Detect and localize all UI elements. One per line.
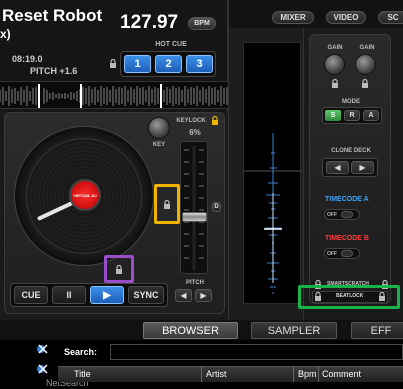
tab-mixer[interactable]: MIXER	[272, 11, 314, 24]
column-artist[interactable]: Artist	[206, 369, 227, 379]
key-knob[interactable]	[148, 117, 170, 139]
track-overview-waveform[interactable]	[0, 81, 228, 109]
elapsed-time: 08:19.0	[12, 54, 43, 64]
gain-right-label: GAIN	[359, 45, 375, 51]
column-comment[interactable]: Comment	[322, 369, 361, 379]
platter-label-disc: VIRTUAL DJ	[69, 179, 101, 211]
pitch-bend-down-button[interactable]: ◀	[175, 289, 192, 302]
mode-r-button[interactable]: R	[344, 110, 360, 121]
rhythm-waveform[interactable]	[243, 42, 302, 304]
gain-left-label: GAIN	[327, 45, 343, 51]
tab-video[interactable]: VIDEO	[326, 11, 366, 24]
waveform-graphic	[0, 84, 228, 108]
search-input[interactable]	[110, 344, 403, 360]
hot-cue-3-button[interactable]: 3	[186, 55, 213, 73]
gain-left-lock-icon[interactable]	[331, 79, 339, 88]
beatlock-lock-right-icon[interactable]	[378, 292, 386, 301]
track-title: Reset Robot	[2, 6, 103, 25]
tab-scratch[interactable]: SC	[378, 11, 403, 24]
gain-right-lock-icon[interactable]	[361, 79, 369, 88]
beatlock-label: BEATLOCK	[336, 293, 364, 299]
column-divider	[293, 366, 294, 382]
keylock-lock-icon[interactable]	[211, 116, 219, 125]
keylock-label: KEYLOCK	[176, 118, 206, 124]
clone-deck-label: CLONE DECK	[331, 148, 371, 154]
track-title-suffix: x)	[0, 27, 11, 41]
pitch-scale	[184, 146, 204, 270]
pause-button[interactable]: II	[52, 286, 86, 304]
timecode-a-off-button[interactable]: OFF	[324, 209, 360, 220]
play-button[interactable]: ▶	[90, 286, 124, 304]
column-divider	[318, 366, 319, 382]
pitch-bend-up-button[interactable]: ▶	[195, 289, 212, 302]
bpm-button[interactable]: BPM	[188, 17, 216, 30]
timecode-b-label: TIMECODE B	[325, 235, 369, 242]
loop-marker	[80, 84, 82, 108]
clone-deck-right-button[interactable]: ▶	[351, 161, 374, 174]
mode-label: MODE	[342, 99, 360, 105]
lock-icon[interactable]	[109, 59, 117, 68]
key-label: KEY	[152, 142, 166, 148]
keylock-value: 6%	[189, 128, 201, 137]
sync-button[interactable]: SYNC	[128, 286, 164, 304]
pitch-range-button[interactable]: D	[212, 202, 221, 212]
column-title[interactable]: Title	[74, 369, 91, 379]
folder-icon[interactable]	[36, 362, 50, 376]
playhead-marker	[160, 84, 162, 108]
gain-right-knob[interactable]	[355, 54, 376, 75]
timecode-a-label: TIMECODE A	[325, 196, 369, 203]
tab-effects[interactable]: EFF	[351, 322, 403, 339]
cue-marker	[38, 84, 40, 108]
timecode-b-off-button[interactable]: OFF	[324, 248, 360, 259]
pitch-readout: PITCH +1.6	[30, 66, 78, 76]
search-label: Search:	[64, 347, 98, 357]
mode-a-button[interactable]: A	[363, 110, 379, 121]
cue-button[interactable]: CUE	[14, 286, 48, 304]
column-bpm[interactable]: Bpm	[298, 369, 317, 379]
pitch-label: PITCH	[186, 280, 204, 286]
rhythm-waveform-graphic	[244, 133, 302, 294]
platter-lock-icon[interactable]	[163, 200, 171, 209]
clone-deck-left-button[interactable]: ◀	[326, 161, 349, 174]
mode-s-button[interactable]: S	[325, 110, 341, 121]
hot-cue-2-button[interactable]: 2	[155, 55, 182, 73]
pitch-slider-handle[interactable]	[182, 212, 207, 222]
column-divider	[201, 366, 202, 382]
timecode-b-toggle-indicator	[341, 250, 353, 257]
bpm-value: 127.97	[120, 12, 179, 33]
timecode-a-off-label: OFF	[327, 211, 337, 218]
hot-cue-label: HOT CUE	[155, 41, 187, 48]
netsearch-folder-icon[interactable]	[36, 342, 50, 356]
hot-cue-1-button[interactable]: 1	[124, 55, 151, 73]
platter-label-text: VIRTUAL DJ	[73, 192, 97, 198]
gain-left-knob[interactable]	[324, 54, 345, 75]
beatlock-lock-left-icon[interactable]	[314, 292, 322, 301]
tab-sampler[interactable]: SAMPLER	[251, 322, 337, 339]
tab-browser[interactable]: BROWSER	[143, 322, 238, 339]
timecode-b-off-label: OFF	[327, 250, 337, 257]
top-tab-bar	[228, 0, 403, 28]
sync-lock-icon[interactable]	[115, 265, 123, 274]
timecode-a-toggle-indicator	[341, 211, 353, 218]
